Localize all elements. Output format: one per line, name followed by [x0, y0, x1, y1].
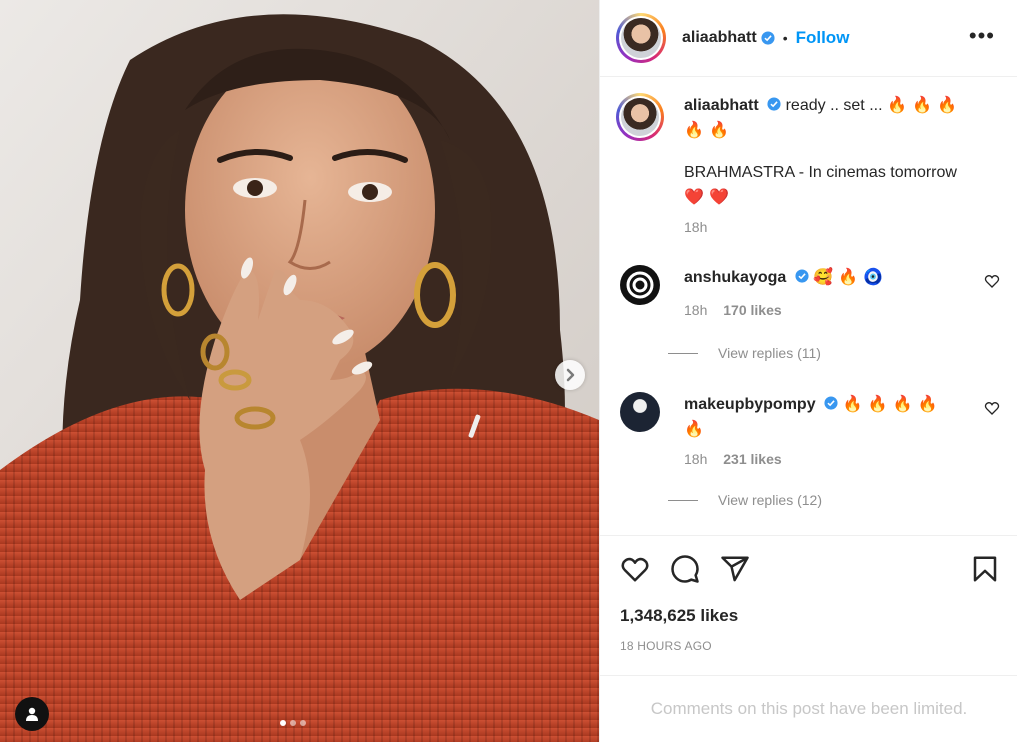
post-side-panel: aliaabhatt • Follow ••• aliaabhatt ready…	[599, 0, 1017, 742]
carousel-dot	[300, 720, 306, 726]
view-replies-button[interactable]: View replies (12)	[668, 492, 822, 508]
comment-text: 🥰 🔥 🧿	[813, 267, 884, 286]
caption-avatar[interactable]	[616, 93, 664, 141]
caption-text: ready .. set ...	[785, 97, 883, 114]
caption-time: 18h	[684, 219, 708, 235]
comment-username[interactable]: anshukayoga	[684, 269, 786, 286]
user-tag-icon	[26, 707, 38, 721]
verified-icon	[767, 97, 781, 111]
caption-hearts: ❤️ ❤️	[684, 187, 729, 206]
comment-time: 18h	[684, 302, 708, 318]
comments-limited-notice: Comments on this post have been limited.	[600, 675, 1017, 742]
comment-text: 🔥 🔥 🔥 🔥	[842, 394, 938, 413]
tagged-users-button[interactable]	[15, 697, 49, 731]
next-image-button[interactable]	[555, 360, 585, 390]
view-replies-label: View replies (12)	[718, 492, 823, 508]
comments-list[interactable]: aliaabhatt ready .. set ... 🔥 🔥 🔥 🔥 🔥 BR…	[600, 77, 1017, 535]
caption-emoji-2: 🔥 🔥	[684, 120, 729, 139]
follow-button[interactable]: Follow	[796, 28, 850, 48]
portrait-image	[0, 0, 599, 742]
view-replies-button[interactable]: View replies (11)	[668, 345, 821, 361]
verified-icon	[795, 269, 809, 283]
commenter-avatar[interactable]	[620, 265, 660, 305]
author-avatar[interactable]	[616, 13, 666, 63]
carousel-dot	[290, 720, 296, 726]
commenter-avatar[interactable]	[620, 392, 660, 432]
comment-body: makeupbypompy 🔥 🔥 🔥 🔥 🔥 18h 231 likes	[684, 392, 984, 471]
post-photo[interactable]	[0, 0, 599, 742]
caption-body: aliaabhatt ready .. set ... 🔥 🔥 🔥 🔥 🔥 BR…	[684, 93, 984, 239]
post-actions: 1,348,625 likes 18 HOURS AGO	[600, 535, 1017, 675]
bookmark-icon[interactable]	[970, 554, 1000, 584]
comment-body: anshukayoga 🥰 🔥 🧿 18h 170 likes	[684, 265, 984, 322]
comment-likes[interactable]: 231 likes	[723, 451, 781, 467]
comment-text-2: 🔥	[684, 419, 704, 438]
comment-icon[interactable]	[670, 554, 700, 584]
comment-heart-icon[interactable]	[984, 273, 1000, 289]
carousel-dots	[280, 720, 306, 726]
verified-icon	[761, 31, 775, 45]
post-header: aliaabhatt • Follow •••	[600, 0, 1017, 77]
comment-username[interactable]: makeupbypompy	[684, 396, 816, 413]
heart-icon[interactable]	[620, 554, 650, 584]
more-options-icon[interactable]: •••	[969, 25, 995, 47]
verified-icon	[824, 396, 838, 410]
yoga-logo-icon	[626, 271, 654, 299]
comment-time: 18h	[684, 451, 708, 467]
likes-count[interactable]: 1,348,625 likes	[620, 606, 738, 626]
author-username[interactable]: aliaabhatt	[682, 29, 757, 47]
carousel-dot-active	[280, 720, 286, 726]
caption-line-2: BRAHMASTRA - In cinemas tomorrow	[684, 164, 957, 181]
comment-likes[interactable]: 170 likes	[723, 302, 781, 318]
caption-emoji-1: 🔥 🔥 🔥	[886, 95, 957, 114]
chevron-right-icon	[566, 368, 575, 382]
separator-dot: •	[782, 30, 788, 46]
comment-heart-icon[interactable]	[984, 400, 1000, 416]
share-icon[interactable]	[720, 554, 750, 584]
post-timestamp: 18 HOURS AGO	[620, 639, 712, 653]
view-replies-label: View replies (11)	[718, 345, 821, 361]
caption-username[interactable]: aliaabhatt	[684, 97, 759, 114]
